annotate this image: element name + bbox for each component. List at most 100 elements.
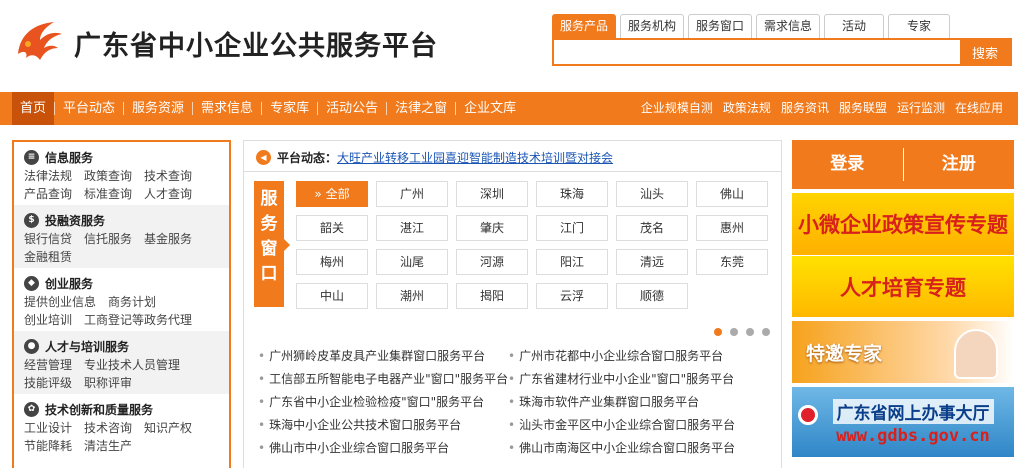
city-button[interactable]: 中山 bbox=[296, 283, 368, 309]
sidebar-link[interactable]: 技术查询 bbox=[144, 167, 192, 185]
sidebar-link[interactable]: 职称评审 bbox=[84, 374, 132, 392]
news-label: 平台动态： bbox=[277, 150, 338, 165]
nav-item[interactable]: 服务资源 bbox=[124, 92, 192, 125]
banner-talent[interactable]: 人才培育专题 bbox=[792, 255, 1014, 317]
city-button[interactable]: 潮州 bbox=[376, 283, 448, 309]
search-tab[interactable]: 服务机构 bbox=[620, 14, 685, 38]
news-link[interactable]: 大旺产业转移工业园喜迎智能制造技术培训暨对接会 bbox=[337, 149, 613, 166]
nav-item[interactable]: 专家库 bbox=[262, 92, 317, 125]
search-tab[interactable]: 服务窗口 bbox=[688, 14, 753, 38]
city-button[interactable]: 湛江 bbox=[376, 215, 448, 241]
nav-item[interactable]: 首页 bbox=[12, 92, 55, 125]
banner-gdbs[interactable]: 广东省网上办事大厅 www.gdbs.gov.cn bbox=[792, 387, 1014, 457]
window-list-item[interactable]: • 广东省中小企业检验检疫"窗口"服务平台 bbox=[258, 392, 508, 412]
sidebar-link[interactable]: 信托服务 bbox=[84, 230, 132, 248]
sidebar-group-title[interactable]: ● 人才与培训服务 bbox=[24, 336, 221, 356]
sidebar-link[interactable]: 金融租赁 bbox=[24, 248, 72, 266]
nav-item[interactable]: 服务资讯 bbox=[776, 92, 834, 125]
sidebar-link[interactable]: 产品查询 bbox=[24, 185, 72, 203]
window-list-item[interactable]: • 广东省建材行业中小企业"窗口"服务平台 bbox=[508, 369, 778, 389]
window-list-item[interactable]: • 广州市花都中小企业综合窗口服务平台 bbox=[508, 346, 778, 366]
search-tab[interactable]: 活动 bbox=[824, 14, 885, 38]
nav-item[interactable]: 政策法规 bbox=[718, 92, 776, 125]
city-button[interactable]: 韶关 bbox=[296, 215, 368, 241]
nav-item[interactable]: 活动公告 bbox=[318, 92, 386, 125]
phoenix-logo-icon[interactable] bbox=[10, 14, 66, 70]
search-tab[interactable]: 服务产品 bbox=[552, 14, 617, 38]
window-list-item[interactable]: • 广州狮岭皮革皮具产业集群窗口服务平台 bbox=[258, 346, 508, 366]
sidebar-group: ≡ 信息服务 法律法规 政策查询 技术查询产品查询 标准查询 人才查询 bbox=[14, 142, 229, 205]
sidebar-link[interactable]: 标准查询 bbox=[84, 185, 132, 203]
sidebar-group-title[interactable]: ◆ 创业服务 bbox=[24, 273, 221, 293]
right-panel: 登录 注册 小微企业政策宣传专题 人才培育专题 特邀专家 广东省网上办事大厅 w… bbox=[792, 140, 1014, 468]
city-button[interactable]: 河源 bbox=[456, 249, 528, 275]
nav-item[interactable]: 服务联盟 bbox=[834, 92, 892, 125]
sidebar-link[interactable]: 节能降耗 bbox=[24, 437, 72, 455]
banner-sme-policy[interactable]: 小微企业政策宣传专题 bbox=[792, 193, 1014, 255]
nav-item[interactable]: 平台动态 bbox=[55, 92, 123, 125]
sidebar-link[interactable]: 经营管理 bbox=[24, 356, 72, 374]
nav-item[interactable]: 运行监测 bbox=[892, 92, 950, 125]
nav-item[interactable]: 在线应用 bbox=[950, 92, 1008, 125]
sidebar-link[interactable]: 技能评级 bbox=[24, 374, 72, 392]
sidebar-group-title[interactable]: $ 投融资服务 bbox=[24, 210, 221, 230]
search-button[interactable]: 搜索 bbox=[960, 40, 1010, 64]
city-button[interactable]: 佛山 bbox=[696, 181, 768, 207]
sidebar-link[interactable]: 知识产权 bbox=[144, 419, 192, 437]
city-button[interactable]: 汕头 bbox=[616, 181, 688, 207]
sidebar-link[interactable]: 法律法规 bbox=[24, 167, 72, 185]
window-list-item[interactable]: • 佛山市南海区中小企业综合窗口服务平台 bbox=[508, 438, 778, 458]
sidebar-link[interactable]: 银行信贷 bbox=[24, 230, 72, 248]
city-button[interactable]: 揭阳 bbox=[456, 283, 528, 309]
city-button[interactable]: » 全部 bbox=[296, 181, 368, 207]
sidebar-link[interactable]: 人才查询 bbox=[144, 185, 192, 203]
search-tab[interactable]: 需求信息 bbox=[756, 14, 821, 38]
carousel-dot[interactable] bbox=[714, 328, 722, 336]
city-button[interactable]: 江门 bbox=[536, 215, 608, 241]
city-button[interactable]: 深圳 bbox=[456, 181, 528, 207]
window-list-item[interactable]: • 佛山市中小企业综合窗口服务平台 bbox=[258, 438, 508, 458]
city-button[interactable]: 肇庆 bbox=[456, 215, 528, 241]
banner-experts[interactable]: 特邀专家 bbox=[792, 321, 1014, 383]
nav-item[interactable]: 法律之窗 bbox=[387, 92, 455, 125]
window-list-item[interactable]: • 工信部五所智能电子电器产业"窗口"服务平台 bbox=[258, 369, 508, 389]
sidebar-link[interactable]: 清洁生产 bbox=[84, 437, 132, 455]
city-button[interactable]: 汕尾 bbox=[376, 249, 448, 275]
city-button[interactable]: 梅州 bbox=[296, 249, 368, 275]
sidebar-link[interactable]: 创业培训 bbox=[24, 311, 72, 329]
service-window-char: 服 bbox=[260, 189, 278, 209]
window-list-item[interactable]: • 汕头市金平区中小企业综合窗口服务平台 bbox=[508, 415, 778, 435]
carousel-dot[interactable] bbox=[762, 328, 770, 336]
city-button[interactable]: 阳江 bbox=[536, 249, 608, 275]
city-button[interactable]: 东莞 bbox=[696, 249, 768, 275]
sidebar-link[interactable]: 工商登记等政务代理 bbox=[84, 311, 192, 329]
window-list-item[interactable]: • 珠海市软件产业集群窗口服务平台 bbox=[508, 392, 778, 412]
sidebar-group-title[interactable]: ≡ 信息服务 bbox=[24, 147, 221, 167]
nav-item[interactable]: 企业文库 bbox=[456, 92, 524, 125]
sidebar-link[interactable]: 政策查询 bbox=[84, 167, 132, 185]
city-button[interactable]: 清远 bbox=[616, 249, 688, 275]
city-button[interactable]: 珠海 bbox=[536, 181, 608, 207]
city-button[interactable]: 顺德 bbox=[616, 283, 688, 309]
register-button[interactable]: 注册 bbox=[904, 140, 1015, 189]
bullet-icon: • bbox=[258, 441, 266, 455]
sidebar-group-title[interactable]: ✿ 技术创新和质量服务 bbox=[24, 399, 221, 419]
city-button[interactable]: 广州 bbox=[376, 181, 448, 207]
sidebar-link[interactable]: 商务计划 bbox=[108, 293, 156, 311]
login-button[interactable]: 登录 bbox=[792, 140, 903, 189]
nav-item[interactable]: 需求信息 bbox=[193, 92, 261, 125]
carousel-dot[interactable] bbox=[746, 328, 754, 336]
sidebar-link[interactable]: 技术咨询 bbox=[84, 419, 132, 437]
sidebar-link[interactable]: 提供创业信息 bbox=[24, 293, 96, 311]
nav-item[interactable]: 企业规模自测 bbox=[636, 92, 718, 125]
sidebar-link[interactable]: 基金服务 bbox=[144, 230, 192, 248]
search-input[interactable] bbox=[554, 40, 960, 64]
sidebar-link[interactable]: 工业设计 bbox=[24, 419, 72, 437]
city-button[interactable]: 云浮 bbox=[536, 283, 608, 309]
carousel-dot[interactable] bbox=[730, 328, 738, 336]
window-list-item[interactable]: • 珠海中小企业公共技术窗口服务平台 bbox=[258, 415, 508, 435]
city-button[interactable]: 惠州 bbox=[696, 215, 768, 241]
city-button[interactable]: 茂名 bbox=[616, 215, 688, 241]
search-tab[interactable]: 专家 bbox=[888, 14, 951, 38]
sidebar-link[interactable]: 专业技术人员管理 bbox=[84, 356, 180, 374]
